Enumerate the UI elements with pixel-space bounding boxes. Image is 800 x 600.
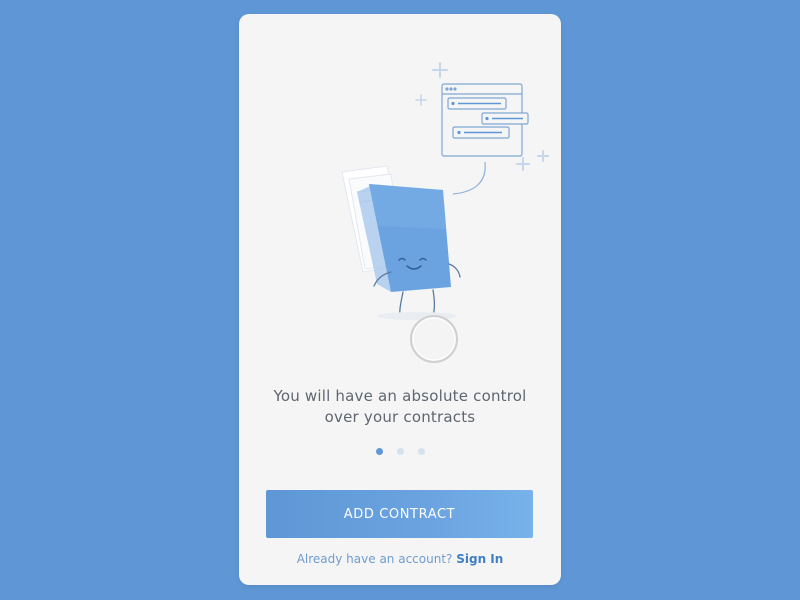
onboarding-headline: You will have an absolute control over y… <box>239 386 561 428</box>
sign-in-link[interactable]: Sign In <box>456 552 503 566</box>
onboarding-card: You will have an absolute control over y… <box>239 14 561 585</box>
connector-line <box>452 161 486 195</box>
headline-line-2: over your contracts <box>324 408 476 426</box>
plus-sparkle-icon <box>537 150 549 162</box>
plus-sparkle-icon <box>432 62 448 78</box>
add-contract-button[interactable]: ADD CONTRACT <box>266 490 533 538</box>
page-dot-3[interactable] <box>417 448 425 455</box>
sign-in-prompt: Already have an account? Sign In <box>239 552 561 566</box>
account-prompt-text: Already have an account? <box>296 552 457 566</box>
tap-indicator-icon <box>410 315 458 363</box>
plus-sparkle-icon <box>516 157 530 171</box>
contract-document-character-icon <box>341 165 461 320</box>
headline-line-1: You will have an absolute control <box>273 387 527 405</box>
contract-illustration <box>341 62 549 363</box>
contract-window-icon <box>441 83 529 157</box>
page-dot-1[interactable] <box>375 448 383 455</box>
plus-sparkle-icon <box>415 94 427 106</box>
page-indicator <box>239 448 561 455</box>
page-dot-2[interactable] <box>396 448 404 455</box>
